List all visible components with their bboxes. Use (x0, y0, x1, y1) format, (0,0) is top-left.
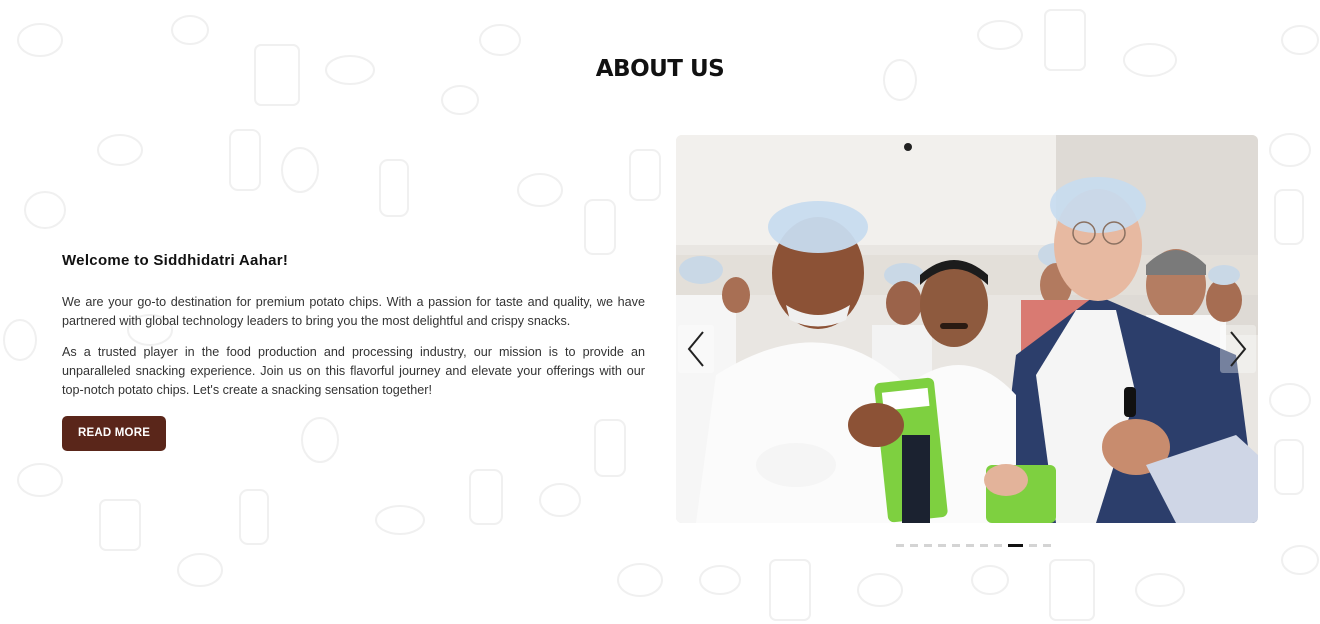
carousel-prev-button[interactable] (678, 325, 714, 373)
read-more-button[interactable]: READ MORE (62, 416, 167, 451)
carousel-dot[interactable] (980, 544, 988, 547)
carousel-dot[interactable] (896, 544, 904, 547)
chevron-left-icon (687, 331, 704, 367)
welcome-heading: Welcome to Siddhidatri Aahar! (62, 252, 289, 269)
carousel-dot[interactable] (994, 544, 1002, 547)
about-paragraph-2: As a trusted player in the food producti… (62, 345, 645, 397)
carousel-dot[interactable] (1043, 544, 1051, 547)
carousel-dot[interactable] (1008, 544, 1023, 547)
chevron-right-icon (1230, 331, 1247, 367)
page-title: ABOUT US (595, 56, 725, 82)
carousel-dot[interactable] (1029, 544, 1037, 547)
carousel-next-button[interactable] (1220, 325, 1256, 373)
image-carousel[interactable] (676, 135, 1258, 523)
carousel-slide-image (676, 135, 1258, 523)
carousel-dot[interactable] (938, 544, 946, 547)
carousel-dot[interactable] (924, 544, 932, 547)
carousel-dot[interactable] (910, 544, 918, 547)
carousel-pagination (896, 544, 1051, 547)
carousel-dot[interactable] (952, 544, 960, 547)
about-paragraph-1: We are your go-to destination for premiu… (62, 295, 645, 328)
carousel-dot[interactable] (966, 544, 974, 547)
about-text-column: Welcome to Siddhidatri Aahar! We are you… (62, 252, 645, 451)
